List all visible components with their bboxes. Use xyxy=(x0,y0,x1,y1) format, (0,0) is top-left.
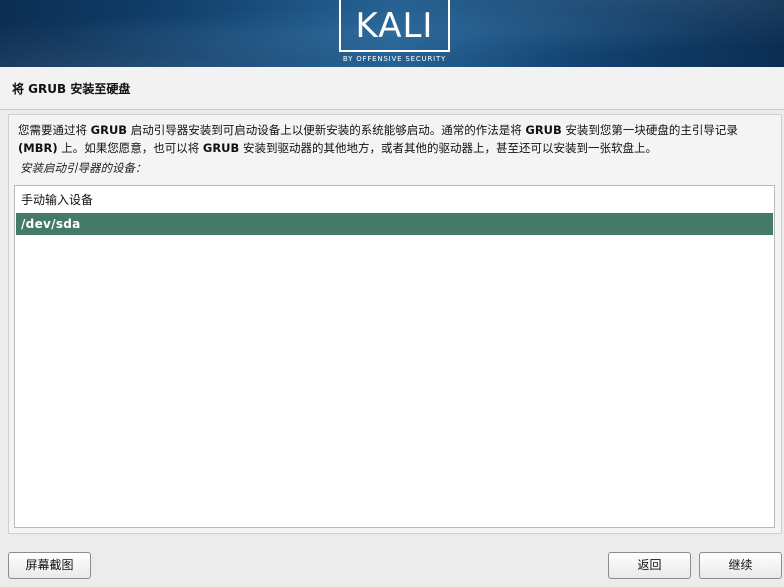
back-button[interactable]: 返回 xyxy=(608,552,691,579)
description-segment: 您需要通过将 xyxy=(18,123,91,137)
description-segment: (MBR) xyxy=(18,141,58,155)
device-listbox[interactable]: 手动输入设备 /dev/sda xyxy=(14,185,775,528)
description-segment: GRUB xyxy=(90,123,128,137)
description-segment: 安装到您第一块硬盘的主引导记录 xyxy=(561,123,738,137)
description-text: 您需要通过将 GRUB 启动引导器安装到可启动设备上以便新安装的系统能够启动。通… xyxy=(18,121,778,157)
screenshot-button[interactable]: 屏幕截图 xyxy=(8,552,91,579)
page-title: 将 GRUB 安装至硬盘 xyxy=(12,82,131,96)
list-item-dev-sda[interactable]: /dev/sda xyxy=(16,213,773,235)
list-item-manual-entry[interactable]: 手动输入设备 xyxy=(16,189,773,211)
description-segment: GRUB xyxy=(202,141,240,155)
description-segment: 安装到驱动器的其他地方，或者其他的驱动器上，甚至还可以安装到一张软盘上。 xyxy=(239,141,657,155)
kali-logo: KALI xyxy=(339,0,450,52)
device-prompt: 安装启动引导器的设备： xyxy=(20,161,147,175)
description-segment: 上。如果您愿意，也可以将 xyxy=(57,141,203,155)
description-segment: GRUB xyxy=(525,123,562,137)
logo-text: KALI xyxy=(355,6,434,46)
continue-button[interactable]: 继续 xyxy=(699,552,782,579)
kali-banner: KALI BY OFFENSIVE SECURITY xyxy=(0,0,784,67)
description-segment: 启动引导器安装到可启动设备上以便新安装的系统能够启动。通常的作法是将 xyxy=(127,123,526,137)
logo-subtitle: BY OFFENSIVE SECURITY xyxy=(342,55,447,63)
